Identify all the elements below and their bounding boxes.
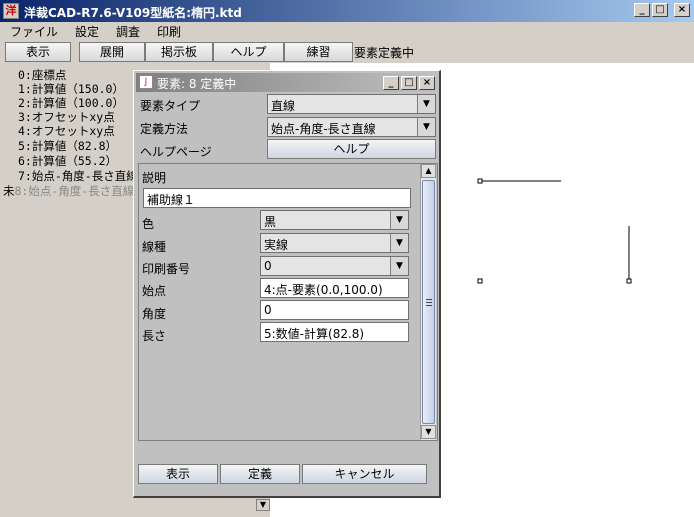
menu-print[interactable]: 印刷 <box>147 23 188 40</box>
vertical-scrollbar[interactable]: ▲ ▼ <box>420 164 436 440</box>
color-label: 色 <box>142 217 155 231</box>
scroll-up-icon[interactable]: ▲ <box>421 164 436 178</box>
menu-inspect[interactable]: 調査 <box>106 23 147 40</box>
list-item[interactable]: 4:オフセットxy点 <box>18 123 115 139</box>
point-marker <box>626 278 632 284</box>
menu-settings[interactable]: 設定 <box>65 23 106 40</box>
chevron-down-icon[interactable]: ▼ <box>417 95 435 113</box>
grip-icon <box>426 299 432 306</box>
length-value: 5:数値-計算(82.8) <box>264 327 365 341</box>
window-title-bar[interactable]: 洋 洋裁CAD-R7.6-V109型紙名:楕円.ktd _ □ × <box>0 0 694 22</box>
color-value: 黒 <box>264 215 277 229</box>
help-page-label: ヘルプページ <box>140 145 212 159</box>
close-button[interactable]: × <box>674 3 690 17</box>
list-item[interactable]: 7:始点-角度-長さ直線 <box>18 168 138 184</box>
dialog-maximize-button[interactable]: □ <box>401 76 417 90</box>
length-field[interactable]: 5:数値-計算(82.8) <box>260 322 409 342</box>
description-label: 説明 <box>142 171 167 185</box>
element-type-label: 要素タイプ <box>140 99 201 113</box>
print-no-select[interactable]: 0 ▼ <box>260 256 409 276</box>
list-footer <box>0 499 270 517</box>
length-label: 長さ <box>142 329 167 343</box>
start-point-value: 4:点-要素(0.0,100.0) <box>264 283 383 297</box>
angle-value: 0 <box>264 303 272 317</box>
linetype-label: 線種 <box>142 240 167 254</box>
print-no-label: 印刷番号 <box>142 262 191 276</box>
scroll-thumb[interactable] <box>422 180 435 424</box>
element-type-select[interactable]: 直線 ▼ <box>267 94 436 114</box>
list-item[interactable]: 6:計算値（55.2） <box>18 153 117 169</box>
angle-label: 角度 <box>142 307 167 321</box>
toolbar: 表示 展開 掲示板 ヘルプ 練習 要素定義中 <box>0 42 694 62</box>
list-item-pending[interactable]: 未8:始点-角度-長さ直線 <box>3 183 134 199</box>
pending-mark: 未 <box>3 184 15 198</box>
cancel-button[interactable]: キャンセル <box>302 464 427 484</box>
dialog-minimize-button[interactable]: _ <box>383 76 399 90</box>
java-icon: J <box>139 75 153 89</box>
toolbar-help-button[interactable]: ヘルプ <box>213 42 284 62</box>
chevron-down-icon[interactable]: ▼ <box>390 234 408 252</box>
app-icon: 洋 <box>3 3 19 19</box>
define-button[interactable]: 定義 <box>220 464 300 484</box>
dialog-title-bar[interactable]: J 要素: 8 定義中 _ □ × <box>136 73 438 92</box>
description-value: 補助線１ <box>147 193 196 207</box>
toolbar-show-button[interactable]: 表示 <box>5 42 71 62</box>
help-button[interactable]: ヘルプ <box>267 139 436 159</box>
toolbar-practice-button[interactable]: 練習 <box>284 42 353 62</box>
linetype-value: 実線 <box>264 238 289 252</box>
dialog-title: 要素: 8 定義中 <box>157 77 237 91</box>
toolbar-status-text: 要素定義中 <box>354 46 415 60</box>
pending-item-label: 8:始点-角度-長さ直線 <box>14 184 135 198</box>
print-no-value: 0 <box>264 259 272 273</box>
linetype-select[interactable]: 実線 ▼ <box>260 233 409 253</box>
element-definition-dialog: J 要素: 8 定義中 _ □ × 要素タイプ 直線 ▼ 定義方法 始点-角度-… <box>133 70 441 498</box>
start-point-field[interactable]: 4:点-要素(0.0,100.0) <box>260 278 409 298</box>
window-title: 洋裁CAD-R7.6-V109型紙名:楕円.ktd <box>24 6 242 20</box>
chevron-down-icon[interactable]: ▼ <box>390 211 408 229</box>
menu-bar: ファイル 設定 調査 印刷 <box>0 22 694 41</box>
angle-field[interactable]: 0 <box>260 300 409 320</box>
color-select[interactable]: 黒 ▼ <box>260 210 409 230</box>
minimize-button[interactable]: _ <box>634 3 650 17</box>
property-scroll-pane[interactable]: 説明 補助線１ 色 黒 ▼ 線種 実線 ▼ 印刷番号 0 ▼ 始点 4:点-要素… <box>138 163 438 441</box>
toolbar-board-button[interactable]: 掲示板 <box>145 42 213 62</box>
list-item[interactable]: 5:計算値（82.8） <box>18 138 117 154</box>
element-type-value: 直線 <box>271 99 296 113</box>
description-field[interactable]: 補助線１ <box>143 188 411 208</box>
menu-file[interactable]: ファイル <box>0 23 65 40</box>
maximize-button[interactable]: □ <box>652 3 668 17</box>
toolbar-expand-button[interactable]: 展開 <box>79 42 145 62</box>
method-label: 定義方法 <box>140 122 189 136</box>
show-button[interactable]: 表示 <box>138 464 218 484</box>
chevron-down-icon[interactable]: ▼ <box>390 257 408 275</box>
start-point-label: 始点 <box>142 284 167 298</box>
dialog-close-button[interactable]: × <box>419 76 435 90</box>
chevron-down-icon[interactable]: ▼ <box>417 118 435 136</box>
point-marker <box>477 278 483 284</box>
scroll-down-icon[interactable]: ▼ <box>421 425 436 439</box>
scroll-down-icon[interactable]: ▼ <box>256 499 270 511</box>
method-value: 始点-角度-長さ直線 <box>271 122 376 136</box>
method-select[interactable]: 始点-角度-長さ直線 ▼ <box>267 117 436 137</box>
point-marker <box>477 178 483 184</box>
